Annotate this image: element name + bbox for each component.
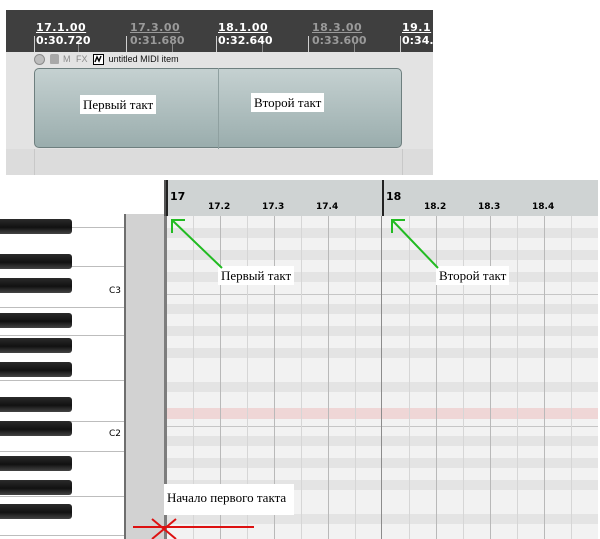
midi-item-name[interactable]: untitled MIDI item [109,53,179,66]
midi-item-header: M FX untitled MIDI item [34,53,432,66]
grid-line [34,149,35,175]
ruler-time-label: 0:34. [402,34,433,47]
ruler-marker-19-1: 19.1 0:34. [402,22,433,46]
fx-button[interactable]: FX [76,53,88,66]
ruler-bar-label: 18.3.00 [312,21,363,34]
ruler-bar-label: 17.1.00 [36,21,87,34]
ruler-tick [308,36,309,52]
ruler-bar-label: 19.1 [402,21,432,34]
ruler-tick [262,44,263,52]
red-start-marker [133,518,254,539]
grid-line [402,149,403,175]
ruler-tick [354,44,355,52]
ruler-tick [78,44,79,52]
ruler-marker-17-3: 17.3.00 0:31.680 [130,22,185,46]
annotation-first-measure-top: Первый такт [80,95,157,114]
mute-button[interactable]: M [63,53,71,66]
ruler-bar-label: 18.1.00 [218,21,269,34]
ruler-bar-label: 17.3.00 [130,21,181,34]
annotation-arrows [133,219,439,539]
midi-item-icon[interactable] [93,54,105,65]
empty-track-area[interactable] [6,149,433,175]
green-arrow-second [391,219,439,269]
power-icon[interactable] [34,54,45,65]
ruler-marker-18-3: 18.3.00 0:33.600 [312,22,367,46]
ruler-tick [400,36,401,52]
timeline-ruler[interactable]: 17.1.00 0:30.720 17.3.00 0:31.680 18.1.0… [6,10,433,52]
ruler-tick [126,36,127,52]
ruler-time-label: 0:31.680 [130,34,185,47]
ruler-tick [216,36,217,52]
ruler-tick [34,36,35,52]
ruler-time-label: 0:30.720 [36,34,91,47]
ruler-time-label: 0:33.600 [312,34,367,47]
ruler-marker-17-1: 17.1.00 0:30.720 [36,22,91,46]
annotation-second-measure-top: Второй такт [251,93,325,112]
lock-icon[interactable] [49,54,59,64]
ruler-time-label: 0:32.640 [218,34,273,47]
green-arrow-first [171,219,223,269]
ruler-marker-18-1: 18.1.00 0:32.640 [218,22,273,46]
piano-roll: C3 C2 17 17.2 17.3 17.4 18 18.2 18.3 18.… [0,180,598,539]
ruler-tick [172,44,173,52]
arrange-view: 17.1.00 0:30.720 17.3.00 0:31.680 18.1.0… [6,10,433,175]
